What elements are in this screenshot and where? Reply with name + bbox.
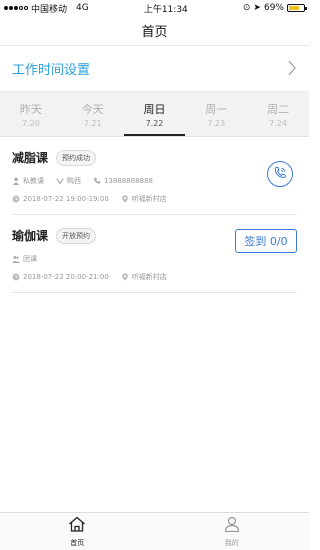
member-icon [56, 177, 64, 185]
tab-mine-label: 我的 [224, 538, 239, 547]
course-card[interactable]: 减脂课 预约成功 私教课 鸭西 13888888888 2018-07-22 1… [12, 137, 297, 215]
tab-home[interactable]: 首页 [0, 513, 155, 550]
course-meta-row: 私教课 鸭西 13888888888 [12, 176, 297, 186]
tab-mine[interactable]: 我的 [155, 513, 310, 550]
day-tab-tuesday[interactable]: 周二 7.24 [247, 92, 309, 136]
course-location: 听福新村店 [121, 194, 167, 204]
status-badge: 预约成功 [56, 149, 97, 166]
location-icon: ➤ [253, 3, 261, 13]
location-pin-icon [121, 273, 129, 281]
day-tab-date: 7.23 [207, 118, 226, 128]
course-time-text: 2018-07-22 19:00-19:00 [23, 195, 109, 203]
day-tab-date: 7.22 [145, 118, 164, 128]
day-tab-yesterday[interactable]: 昨天 7.20 [0, 92, 62, 136]
tab-home-label: 首页 [70, 538, 85, 547]
page-title: 首页 [141, 25, 168, 40]
worktime-setting-row[interactable]: 工作时间设置 [0, 46, 309, 92]
course-list: 减脂课 预约成功 私教课 鸭西 13888888888 2018-07-22 1… [0, 137, 309, 293]
day-tab-date: 7.21 [83, 118, 102, 128]
day-tabs: 昨天 7.20 今天 7.21 周日 7.22 周一 7.23 周二 7.24 [0, 92, 309, 137]
day-tab-name: 周日 [143, 102, 166, 116]
nav-bar: 首页 [0, 16, 309, 46]
battery-icon [286, 4, 307, 12]
course-type-label: 私教课 [23, 177, 44, 185]
course-location-text: 听福新村店 [131, 273, 167, 281]
day-tab-name: 周一 [205, 102, 228, 116]
rotation-lock-icon: ⊙ [242, 3, 251, 13]
day-tab-date: 7.20 [21, 118, 40, 128]
call-button[interactable] [267, 161, 293, 187]
status-bar: 中国移动 4G 上午11:34 ⊙ ➤ 69% [0, 0, 309, 16]
course-time: 2018-07-22 19:00-19:00 [12, 195, 109, 203]
battery-percent: 69% [263, 3, 284, 13]
phone-number: 13888888888 [104, 177, 153, 185]
course-title: 瑜伽课 [12, 229, 49, 243]
worktime-label: 工作时间设置 [12, 63, 91, 78]
course-meta-row: 2018-07-22 20:00-21:00 听福新村店 [12, 272, 297, 282]
chevron-right-icon [287, 57, 297, 81]
member-name: 鸭西 [67, 177, 81, 185]
bottom-tabbar: 首页 我的 [0, 512, 309, 550]
carrier: 中国移动 [31, 4, 68, 15]
course-card[interactable]: 瑜伽课 开放预约 团课 2018-07-22 20:00-21:00 听福新村店… [12, 215, 297, 293]
course-type: 私教课 [12, 176, 44, 186]
signal-icon [4, 6, 28, 10]
group-icon [12, 255, 20, 263]
network-type: 4G [76, 3, 89, 13]
course-type-label: 团课 [23, 255, 37, 263]
course-time: 2018-07-22 20:00-21:00 [12, 273, 109, 281]
home-icon [68, 516, 86, 536]
day-tab-sunday[interactable]: 周日 7.22 [123, 92, 186, 136]
course-type: 团课 [12, 254, 37, 264]
course-meta-row: 2018-07-22 19:00-19:00 听福新村店 [12, 194, 297, 204]
course-location: 听福新村店 [121, 272, 167, 282]
phone-call-icon [273, 165, 287, 184]
status-right: ⊙ ➤ 69% [242, 3, 307, 13]
clock-icon [12, 273, 20, 281]
user-icon [224, 516, 240, 536]
day-tab-name: 周二 [267, 102, 290, 116]
day-tab-date: 7.24 [269, 118, 287, 128]
course-location-text: 听福新村店 [131, 195, 167, 203]
course-title: 减脂课 [12, 151, 49, 165]
location-pin-icon [121, 195, 129, 203]
person-icon [12, 177, 20, 185]
day-tab-name: 昨天 [19, 102, 42, 116]
clock-icon [12, 195, 20, 203]
course-time-text: 2018-07-22 20:00-21:00 [23, 273, 109, 281]
signin-button[interactable]: 签到 0/0 [235, 229, 297, 253]
phone-small-icon [93, 177, 101, 185]
member: 鸭西 [56, 176, 81, 186]
day-tab-name: 今天 [81, 102, 104, 116]
status-left: 中国移动 4G [4, 2, 89, 15]
day-tab-today[interactable]: 今天 7.21 [62, 92, 124, 136]
course-title-row: 减脂课 预约成功 [12, 149, 297, 166]
status-badge: 开放预约 [56, 227, 97, 244]
course-meta-row: 团课 [12, 254, 297, 264]
clock: 上午11:34 [143, 4, 188, 15]
day-tab-monday[interactable]: 周一 7.23 [185, 92, 247, 136]
phone: 13888888888 [93, 177, 153, 185]
